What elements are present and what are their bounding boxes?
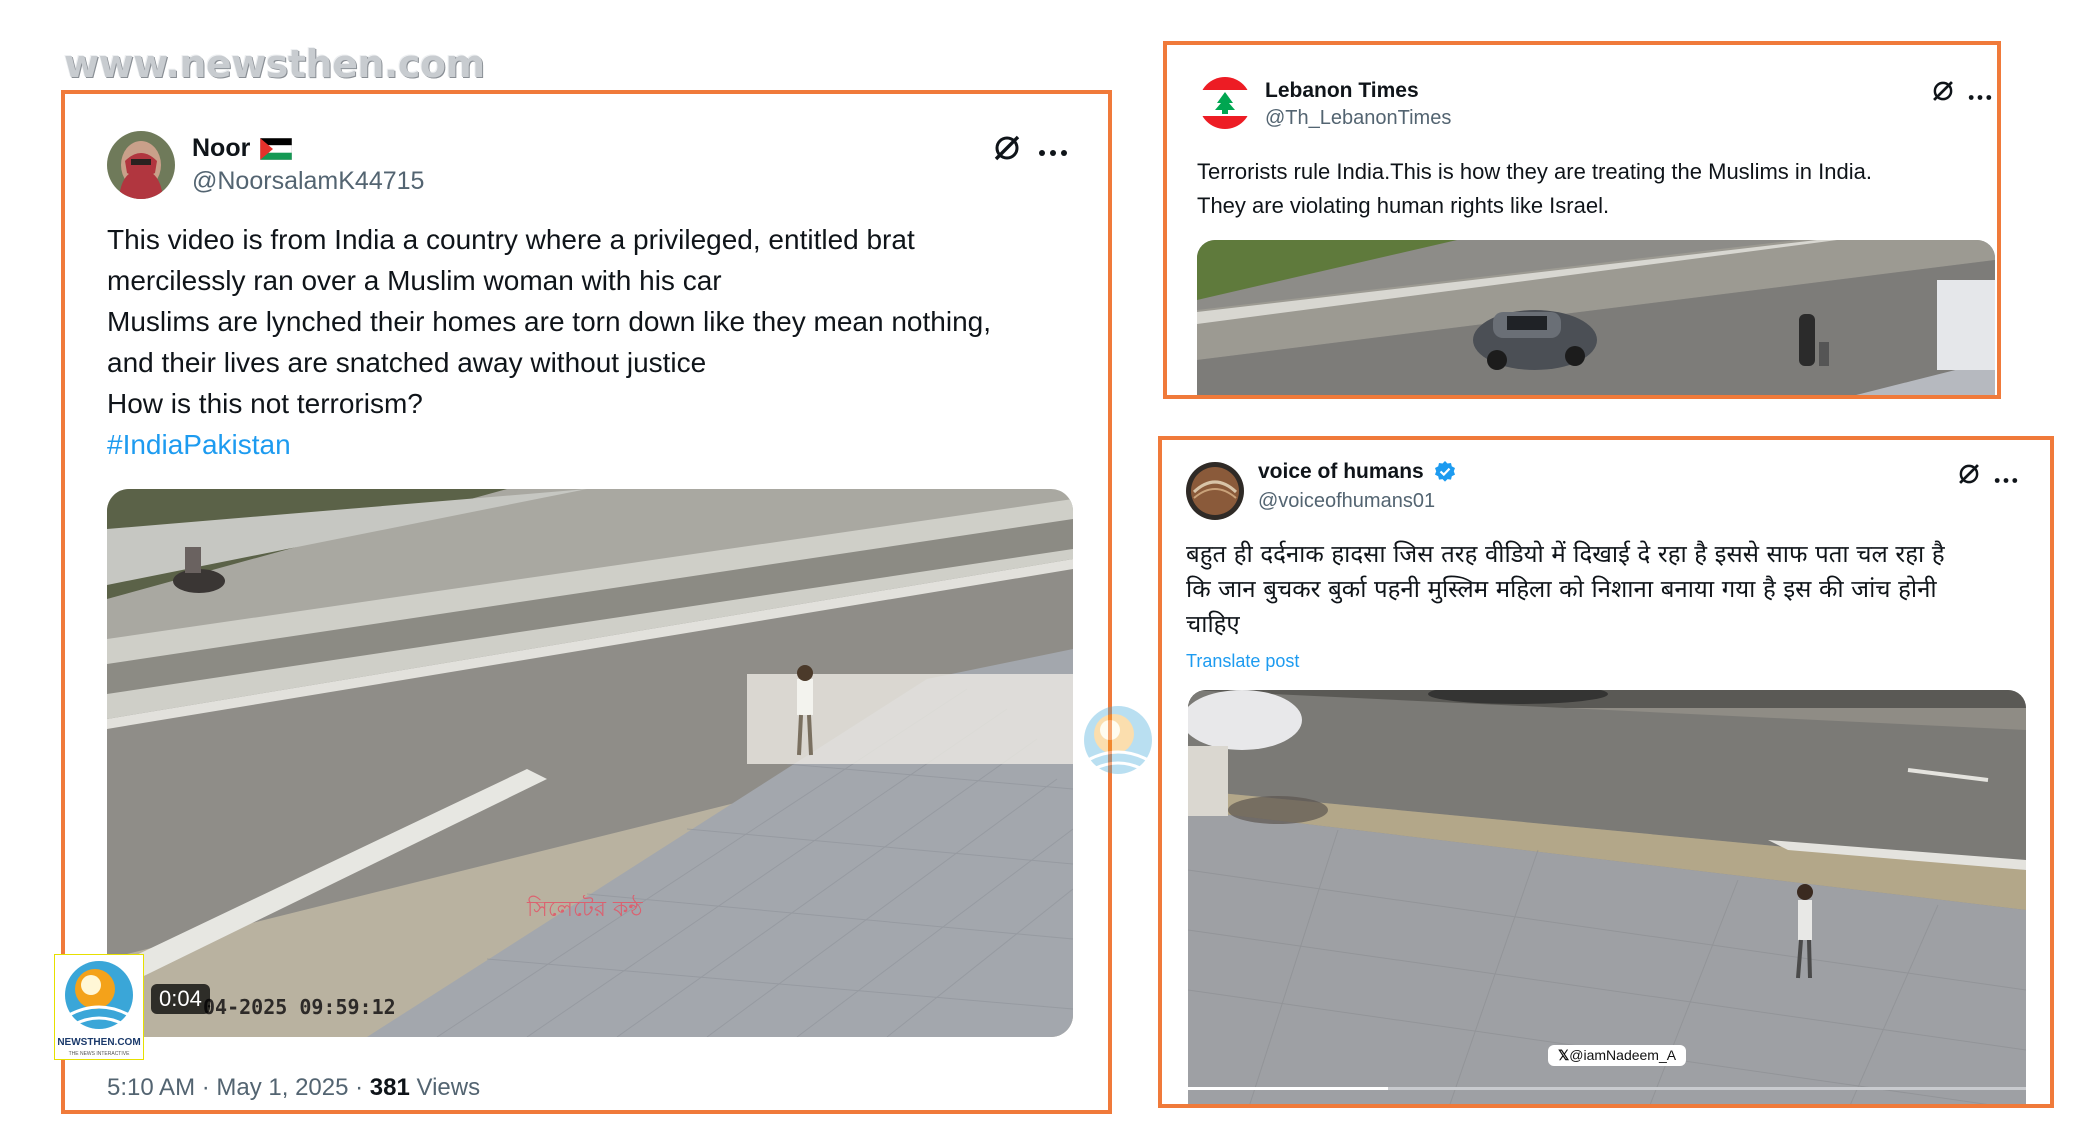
tweet-card-voice-of-humans: voice of humans @voiceofhumans01 बहुत ही… [1158,436,2054,1108]
translate-post-link[interactable]: Translate post [1186,651,1299,672]
display-name[interactable]: Lebanon Times [1265,79,1419,103]
more-icon[interactable] [1994,471,2018,489]
logo-text: NEWSTHEN.COM [57,1037,140,1048]
avatar[interactable] [107,131,175,199]
tweet-meta: 5:10 AM · May 1, 2025 · 381 Views [107,1074,480,1102]
video-frame: সিলেটের কন্ঠ 04-2025 09:59:12 [107,489,1073,1037]
tweet-text-line: चाहिए [1186,610,1240,638]
handle[interactable]: @voiceofhumans01 [1258,490,1435,513]
tweet-time[interactable]: 5:10 AM · May 1, 2025 · [107,1074,370,1101]
x-logo-icon: 𝕏 [1558,1047,1570,1063]
faded-watermark-logo [1078,698,1158,804]
tweet-text-line: and their lives are snatched away withou… [107,347,707,378]
lebanon-flag-avatar[interactable] [1199,77,1251,129]
views-label: Views [409,1074,481,1101]
avatar[interactable] [1186,462,1244,520]
tweet-card-lebanon-times: Lebanon Times @Th_LebanonTimes Terrorist… [1163,41,2001,399]
grok-icon[interactable] [991,132,1023,169]
tweet-text-line: बहुत ही दर्दनाक हादसा जिस तरह वीडियो में… [1186,540,1945,568]
verified-icon [1433,460,1457,489]
palestine-flag-icon [259,137,293,165]
display-name[interactable]: voice of humans [1258,460,1424,484]
handle[interactable]: @NoorsalamK44715 [192,167,424,196]
video-overlay-logo: সিলেটের কন্ঠ [526,895,643,922]
grok-icon[interactable] [1930,78,1956,109]
grok-icon[interactable] [1956,461,1982,492]
video-timestamp: 04-2025 09:59:12 [203,995,396,1019]
tweet-text-line: They are violating human rights like Isr… [1197,193,1610,218]
newsthen-logo: NEWSTHEN.COM THE NEWS INTERACTIVE [54,954,144,1060]
more-icon[interactable] [1968,88,1992,106]
watermark-url: www.newsthen.com [64,42,485,86]
tweet-card-noor: Noor @NoorsalamK44715 This video is from… [61,90,1112,1114]
video-credit: @iamNadeem_A [1569,1047,1677,1063]
video-duration: 0:04 [151,984,210,1014]
video-frame [1197,240,1995,395]
logo-tagline: THE NEWS INTERACTIVE [69,1051,131,1057]
video-player[interactable]: সিলেটের কন্ঠ 04-2025 09:59:12 [107,489,1073,1037]
tweet-text-line: Terrorists rule India.This is how they a… [1197,159,1872,184]
tweet-text-line: कि जान बुचकर बुर्का पहनी मुस्लिम महिला क… [1186,575,1937,603]
tweet-text-line: Muslims are lynched their homes are torn… [107,306,991,337]
tweet-text-line: mercilessly ran over a Muslim woman with… [107,265,722,296]
tweet-text-line: This video is from India a country where… [107,224,915,255]
more-icon[interactable] [1038,144,1068,162]
display-name[interactable]: Noor [192,134,250,163]
tweet-text-line: How is this not terrorism? [107,388,423,419]
video-credit-tag: 𝕏@iamNadeem_A [1548,1045,1687,1066]
views-count: 381 [369,1074,410,1101]
handle[interactable]: @Th_LebanonTimes [1265,107,1451,130]
hashtag-link[interactable]: #IndiaPakistan [107,429,291,461]
video-player[interactable] [1197,240,1995,395]
